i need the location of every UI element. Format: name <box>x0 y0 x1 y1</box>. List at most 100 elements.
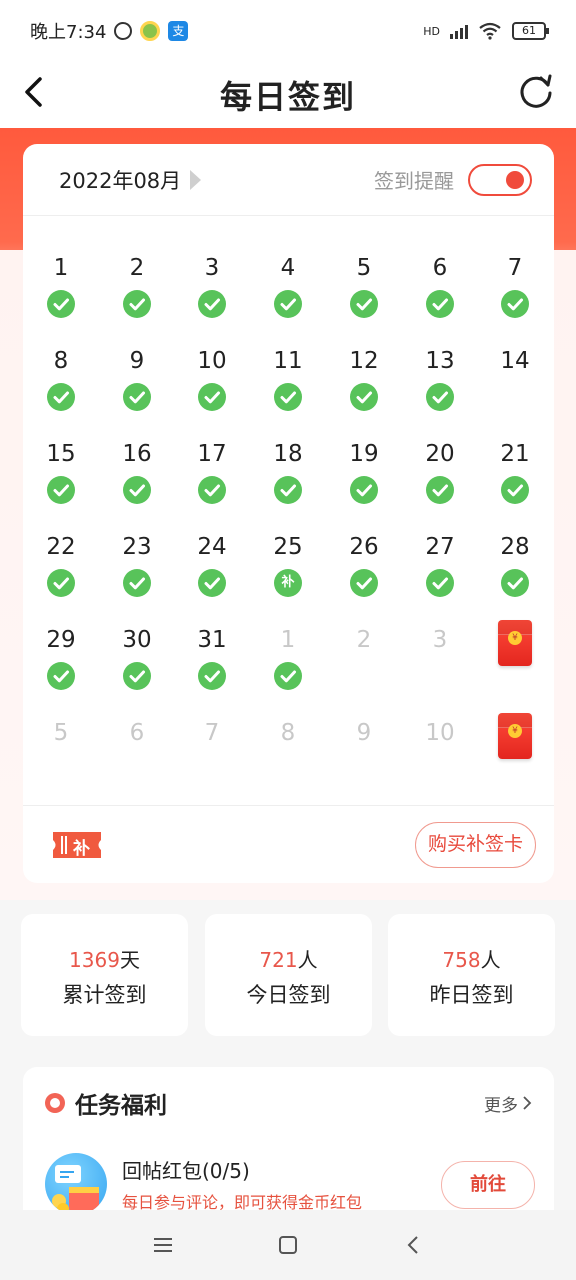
calendar-day[interactable]: 30 <box>107 626 167 706</box>
calendar-day[interactable]: 7 <box>485 254 545 334</box>
stat-value: 758人 <box>442 948 501 972</box>
day-number: 26 <box>349 534 379 560</box>
checkmark-icon <box>426 383 454 411</box>
triangle-right-icon[interactable] <box>190 169 202 190</box>
back-nav-button[interactable] <box>393 1225 433 1265</box>
calendar-day[interactable]: 28 <box>485 533 545 613</box>
red-packet-reward[interactable]: ¥ <box>498 620 532 666</box>
status-time: 晚上7:34 <box>30 22 107 43</box>
calendar-day[interactable]: 19 <box>334 440 394 520</box>
checkmark-icon <box>501 476 529 504</box>
go-button[interactable]: 前往 <box>441 1161 535 1209</box>
home-nav-button[interactable] <box>268 1225 308 1265</box>
reminder-label: 签到提醒 <box>374 169 454 193</box>
refresh-button[interactable] <box>514 70 558 114</box>
calendar-day[interactable]: 31 <box>182 626 242 706</box>
calendar-day[interactable]: 2 <box>107 254 167 334</box>
day-number: 29 <box>46 627 76 653</box>
checkmark-icon <box>350 383 378 411</box>
calendar-day[interactable]: 16 <box>107 440 167 520</box>
calendar-day[interactable]: 8 <box>258 719 318 799</box>
stat-value: 1369天 <box>69 948 140 972</box>
calendar-day[interactable]: 9 <box>334 719 394 799</box>
calendar-day[interactable]: 21 <box>485 440 545 520</box>
tasks-header: 任务福利 更多 <box>23 1067 554 1139</box>
red-packet-reward[interactable]: ¥ <box>498 713 532 759</box>
calendar-day[interactable]: 11 <box>258 347 318 427</box>
calendar-day[interactable]: 10 <box>410 719 470 799</box>
makeup-card-icon: 补 <box>51 826 103 864</box>
calendar-day[interactable]: 15 <box>31 440 91 520</box>
calendar-day[interactable]: 12 <box>334 347 394 427</box>
calendar-footer: 补 购买补签卡 <box>23 805 554 883</box>
day-number: 24 <box>197 534 227 560</box>
checkmark-icon <box>47 383 75 411</box>
checkmark-icon <box>501 290 529 318</box>
day-number: 7 <box>204 720 220 746</box>
home-square-icon <box>278 1236 297 1254</box>
calendar-day[interactable]: 8 <box>31 347 91 427</box>
day-number: 9 <box>129 348 145 374</box>
back-button[interactable] <box>14 72 54 112</box>
calendar-day[interactable]: 3 <box>182 254 242 334</box>
more-label: 更多 <box>484 1095 518 1116</box>
status-left: 晚上7:34 支 <box>30 18 189 44</box>
buy-makeup-card-button[interactable]: 购买补签卡 <box>414 821 536 868</box>
menu-nav-button[interactable] <box>143 1225 183 1265</box>
month-label[interactable]: 2022年08月 <box>59 165 181 195</box>
calendar-day[interactable]: 7 <box>182 719 242 799</box>
checkmark-icon <box>198 290 226 318</box>
calendar-day[interactable]: 18 <box>258 440 318 520</box>
reminder-toggle[interactable] <box>468 163 532 196</box>
calendar-day[interactable]: 9 <box>107 347 167 427</box>
calendar-day[interactable]: 20 <box>410 440 470 520</box>
chevron-right-icon <box>523 1096 532 1110</box>
calendar-day[interactable]: 6 <box>107 719 167 799</box>
day-number: 27 <box>425 534 455 560</box>
calendar-toolbar: 2022年08月 签到提醒 <box>23 144 554 216</box>
stat-label: 今日签到 <box>246 983 331 1007</box>
calendar-day[interactable]: 6 <box>410 254 470 334</box>
day-number: 5 <box>356 255 372 281</box>
day-number: 21 <box>500 441 530 467</box>
calendar-day[interactable]: 13 <box>410 347 470 427</box>
back-arrow-icon <box>407 1236 419 1254</box>
day-number: 14 <box>500 348 530 374</box>
tasks-card: 任务福利 更多 回帖红包(0/5) 每日参与评论，即可获得金币红包 前往 <box>23 1067 554 1227</box>
calendar-day[interactable]: 25 补 <box>258 533 318 613</box>
calendar-day[interactable]: 3 <box>410 626 470 706</box>
checkmark-icon <box>198 383 226 411</box>
calendar-day[interactable]: 29 <box>31 626 91 706</box>
checkmark-icon <box>426 476 454 504</box>
calendar-day[interactable]: 5 <box>31 719 91 799</box>
calendar-day[interactable]: 22 <box>31 533 91 613</box>
calendar-day[interactable]: 1 <box>258 626 318 706</box>
day-number: 2 <box>129 255 145 281</box>
day-number: 7 <box>507 255 523 281</box>
calendar-day[interactable]: 27 <box>410 533 470 613</box>
day-number: 6 <box>432 255 448 281</box>
calendar-day[interactable]: 26 <box>334 533 394 613</box>
calendar-day[interactable]: 1 <box>31 254 91 334</box>
day-number: 13 <box>425 348 455 374</box>
calendar-day[interactable]: 2 <box>334 626 394 706</box>
day-number: 4 <box>280 255 296 281</box>
wifi-icon <box>479 22 501 40</box>
checkmark-icon <box>123 290 151 318</box>
day-number: 20 <box>425 441 455 467</box>
checkmark-icon <box>198 569 226 597</box>
day-number: 11 <box>273 348 303 374</box>
calendar-day[interactable]: 17 <box>182 440 242 520</box>
more-link[interactable]: 更多 <box>484 1091 532 1116</box>
calendar-day[interactable]: 24 <box>182 533 242 613</box>
coin-seal-icon: ¥ <box>508 631 522 645</box>
day-number: 19 <box>349 441 379 467</box>
calendar-day[interactable]: 10 <box>182 347 242 427</box>
coin-seal-icon: ¥ <box>508 724 522 738</box>
calendar-day[interactable]: 23 <box>107 533 167 613</box>
calendar-day[interactable]: 14 <box>485 347 545 427</box>
chevron-left-icon <box>25 77 42 107</box>
calendar-day[interactable]: 5 <box>334 254 394 334</box>
alarm-icon <box>114 22 133 40</box>
calendar-day[interactable]: 4 <box>258 254 318 334</box>
